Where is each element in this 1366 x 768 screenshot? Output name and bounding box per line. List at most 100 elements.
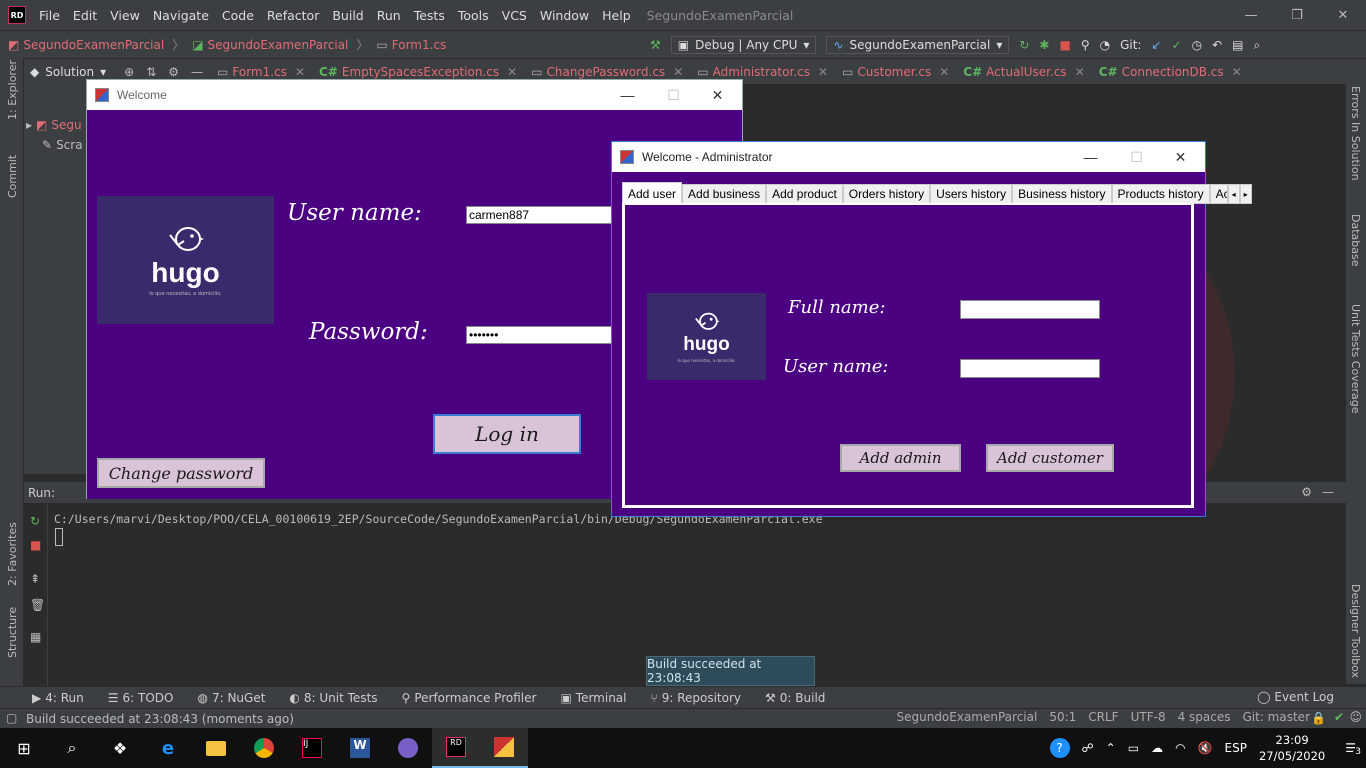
menu-help[interactable]: Help [602,8,631,23]
tab-scroll-left-icon[interactable]: ◂ [1227,184,1240,204]
tab-emptyspacesexception[interactable]: C# EmptySpacesException.cs ✕ [319,65,517,79]
clock[interactable]: 23:09 27/05/2020 [1259,732,1325,764]
tab-add-product[interactable]: Add product [766,184,843,204]
minimize-icon[interactable]: — [1228,0,1274,30]
battery-icon[interactable]: ▭ [1128,741,1139,755]
tab-users-history[interactable]: Users history [930,184,1013,204]
solution-dropdown[interactable]: ◆ Solution ▾ [30,65,106,79]
tool-unit-tests-coverage[interactable]: Unit Tests Coverage [1349,304,1362,413]
chevron-up-icon[interactable]: ⌃ [1106,741,1116,755]
config-dropdown[interactable]: ▣ Debug | Any CPU ▾ [670,36,817,54]
close-tab-icon[interactable]: ✕ [295,65,305,79]
wifi-icon[interactable]: ◠ [1175,741,1185,755]
winforms-app[interactable] [480,728,528,768]
status-encoding[interactable]: UTF-8 [1131,710,1166,724]
tool-run[interactable]: ▶ 4: Run [32,691,84,705]
tab-products-history[interactable]: Products history [1111,184,1210,204]
tab-add-user[interactable]: Add user [622,182,683,204]
hide-icon[interactable]: — [1322,485,1334,499]
tool-unit-tests[interactable]: ◐ 8: Unit Tests [289,691,377,705]
locate-icon[interactable]: ⊕ [124,65,134,79]
breadcrumb-solution[interactable]: ◩ SegundoExamenParcial 〉 [8,36,184,53]
tool-event-log[interactable]: ◯ Event Log [1257,690,1334,704]
menu-vcs[interactable]: VCS [502,8,527,23]
run-target-dropdown[interactable]: ∿ SegundoExamenParcial ▾ [826,36,1010,54]
help-icon[interactable]: ? [1049,738,1070,758]
rollback-icon[interactable]: ↶ [1212,38,1222,52]
tool-explorer[interactable]: 1: Explorer [6,60,19,120]
git-update-icon[interactable]: ↙ [1151,38,1161,52]
stop-icon[interactable]: ■ [30,538,41,552]
tool-performance-profiler[interactable]: ⚲ Performance Profiler [402,691,537,705]
rider-app[interactable]: RD [432,728,480,768]
ok-icon[interactable]: ✔ [1334,710,1344,724]
layout-icon[interactable]: ▦ [30,630,41,644]
tree-item-solution[interactable]: ▸ ◩ Segu [26,118,82,132]
fullname-input[interactable] [960,300,1100,319]
password-input[interactable] [466,326,626,344]
tab-connectiondb[interactable]: C# ConnectionDB.cs ✕ [1099,65,1242,79]
tool-commit[interactable]: Commit [6,155,19,198]
tab-administrator[interactable]: ▭ Administrator.cs ✕ [697,65,828,79]
add-customer-button[interactable]: Add customer [986,444,1114,472]
layout-icon[interactable]: ▤ [1232,38,1243,52]
status-project[interactable]: SegundoExamenParcial [896,710,1037,724]
menu-window[interactable]: Window [540,8,589,23]
tab-overflow[interactable]: Ac [1209,184,1228,204]
tree-item-scratches[interactable]: ✎ Scra [42,138,83,152]
tool-errors[interactable]: Errors In Solution [1349,86,1362,181]
volume-icon[interactable]: 🔇 [1198,741,1213,755]
restore-icon[interactable]: ❐ [1274,0,1320,30]
tab-form1[interactable]: ▭ Form1.cs ✕ [217,65,305,79]
menu-code[interactable]: Code [222,8,254,23]
hammer-icon[interactable]: ⚒ [650,38,661,52]
login-button[interactable]: Log in [433,414,581,454]
tool-build[interactable]: ⚒ 0: Build [765,691,825,705]
word-app[interactable]: W [336,728,384,768]
cloud-icon[interactable]: ☁ [1151,741,1163,755]
status-window-icon[interactable]: ▢ [6,711,17,725]
add-admin-button[interactable]: Add admin [840,444,961,472]
close-tab-icon[interactable]: ✕ [818,65,828,79]
rerun-icon[interactable]: ↻ [30,514,40,528]
change-password-button[interactable]: Change password [97,458,265,488]
history-icon[interactable]: ◷ [1192,38,1202,52]
chrome-app[interactable] [240,728,288,768]
tab-customer[interactable]: ▭ Customer.cs ✕ [842,65,949,79]
collapse-icon[interactable]: ⇅ [146,65,156,79]
settings-icon[interactable]: ⚙ [1301,485,1312,499]
close-tab-icon[interactable]: ✕ [1075,65,1085,79]
language-indicator[interactable]: ESP [1225,741,1247,755]
tool-database[interactable]: Database [1349,214,1362,267]
username-input[interactable] [466,206,626,224]
lock-icon[interactable]: 🔒 [1311,711,1326,725]
status-position[interactable]: 50:1 [1049,710,1076,724]
minimize-icon[interactable]: — [605,80,650,110]
pin-icon[interactable]: ⇞ [30,572,40,586]
close-icon[interactable]: ✕ [695,80,740,110]
intellij-app[interactable]: IJ [288,728,336,768]
status-indent[interactable]: 4 spaces [1178,710,1231,724]
rerun-icon[interactable]: ↻ [1019,38,1029,52]
stop-icon[interactable]: ■ [1059,38,1070,52]
admin-window-titlebar[interactable]: Welcome - Administrator — ☐ ✕ [612,142,1205,172]
git-commit-icon[interactable]: ✓ [1172,38,1182,52]
edge-app[interactable]: e [144,728,192,768]
menu-tests[interactable]: Tests [414,8,445,23]
status-git-branch[interactable]: Git: master [1242,710,1310,724]
minimize-icon[interactable]: — [1068,142,1113,172]
tool-structure[interactable]: Structure [6,607,19,658]
tool-todo[interactable]: ☰ 6: TODO [108,691,174,705]
admin-username-input[interactable] [960,359,1100,378]
tab-changepassword[interactable]: ▭ ChangePassword.cs ✕ [531,65,683,79]
profiler-icon[interactable]: ⚲ [1081,38,1090,52]
close-tab-icon[interactable]: ✕ [673,65,683,79]
dropbox-app[interactable]: ❖ [96,728,144,768]
tool-terminal[interactable]: ▣ Terminal [560,691,626,705]
close-icon[interactable]: ✕ [1320,0,1366,30]
tab-scroll-right-icon[interactable]: ▸ [1239,184,1252,204]
trash-icon[interactable]: 🗑 [30,598,45,612]
search-icon[interactable]: ⌕ [1254,38,1261,53]
inspector-icon[interactable]: ☺ [1349,710,1362,724]
tool-repository[interactable]: ⑂ 9: Repository [651,691,742,705]
